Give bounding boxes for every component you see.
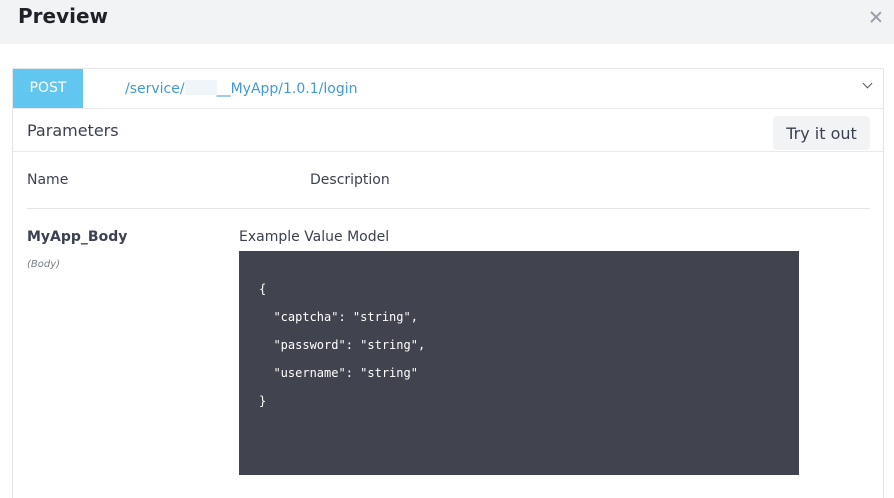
divider: [27, 208, 870, 209]
path-prefix: /service/: [125, 81, 185, 97]
parameters-header: Parameters Try it out: [13, 109, 883, 152]
parameters-title: Parameters: [27, 121, 119, 140]
method-badge: POST: [13, 69, 83, 108]
path-suffix: __MyApp/1.0.1/login: [216, 81, 358, 97]
example-value-model-tabs[interactable]: Example Value Model: [239, 229, 389, 245]
operation-block: POST /service/ __MyApp/1.0.1/login Parame…: [12, 68, 884, 498]
column-header-description: Description: [310, 172, 390, 188]
parameter-name: MyApp_Body: [27, 229, 128, 245]
operation-summary[interactable]: POST /service/ __MyApp/1.0.1/login: [13, 69, 883, 109]
operation-path: /service/ __MyApp/1.0.1/login: [125, 80, 357, 97]
example-code-block[interactable]: { "captcha": "string", "password": "stri…: [239, 251, 799, 475]
chevron-down-icon[interactable]: [863, 80, 873, 90]
dialog-title: Preview: [18, 4, 109, 28]
try-it-out-button[interactable]: Try it out: [773, 116, 870, 150]
example-json: { "captcha": "string", "password": "stri…: [259, 282, 426, 408]
path-redaction: [184, 80, 217, 95]
dialog-header: Preview: [0, 0, 894, 44]
parameter-location: (Body): [27, 259, 61, 270]
column-header-name: Name: [27, 172, 69, 188]
close-icon[interactable]: [868, 9, 884, 25]
